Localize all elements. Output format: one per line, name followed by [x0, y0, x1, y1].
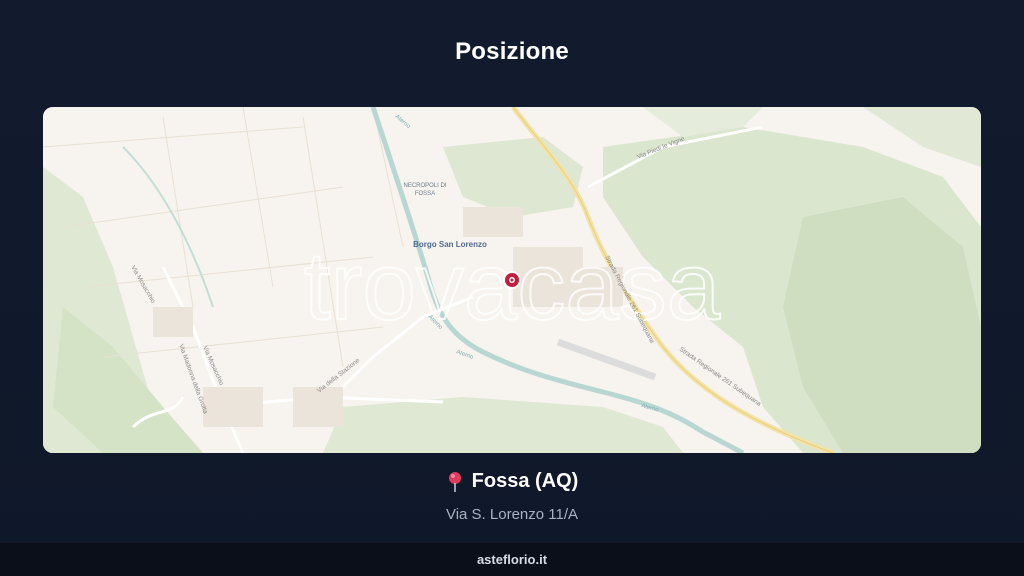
- pushpin-icon: [446, 471, 464, 493]
- footer: asteflorio.it: [0, 543, 1024, 576]
- page-title: Posizione: [455, 38, 569, 65]
- map-canvas[interactable]: trovacasa NECROPOLI DI FOSSA Borgo San L…: [43, 107, 981, 453]
- map-pin-marker-icon[interactable]: [503, 271, 521, 289]
- map-view[interactable]: trovacasa NECROPOLI DI FOSSA Borgo San L…: [43, 107, 981, 453]
- location-name-row: Fossa (AQ): [446, 470, 579, 493]
- location-address: Via S. Lorenzo 11/A: [445, 505, 579, 523]
- location-name: Fossa (AQ): [471, 470, 579, 492]
- map-label: FOSSA: [415, 191, 435, 197]
- map-label: NECROPOLI DI: [403, 183, 446, 189]
- map-label-borgo: Borgo San Lorenzo: [413, 240, 487, 249]
- footer-site[interactable]: asteflorio.it: [477, 552, 547, 567]
